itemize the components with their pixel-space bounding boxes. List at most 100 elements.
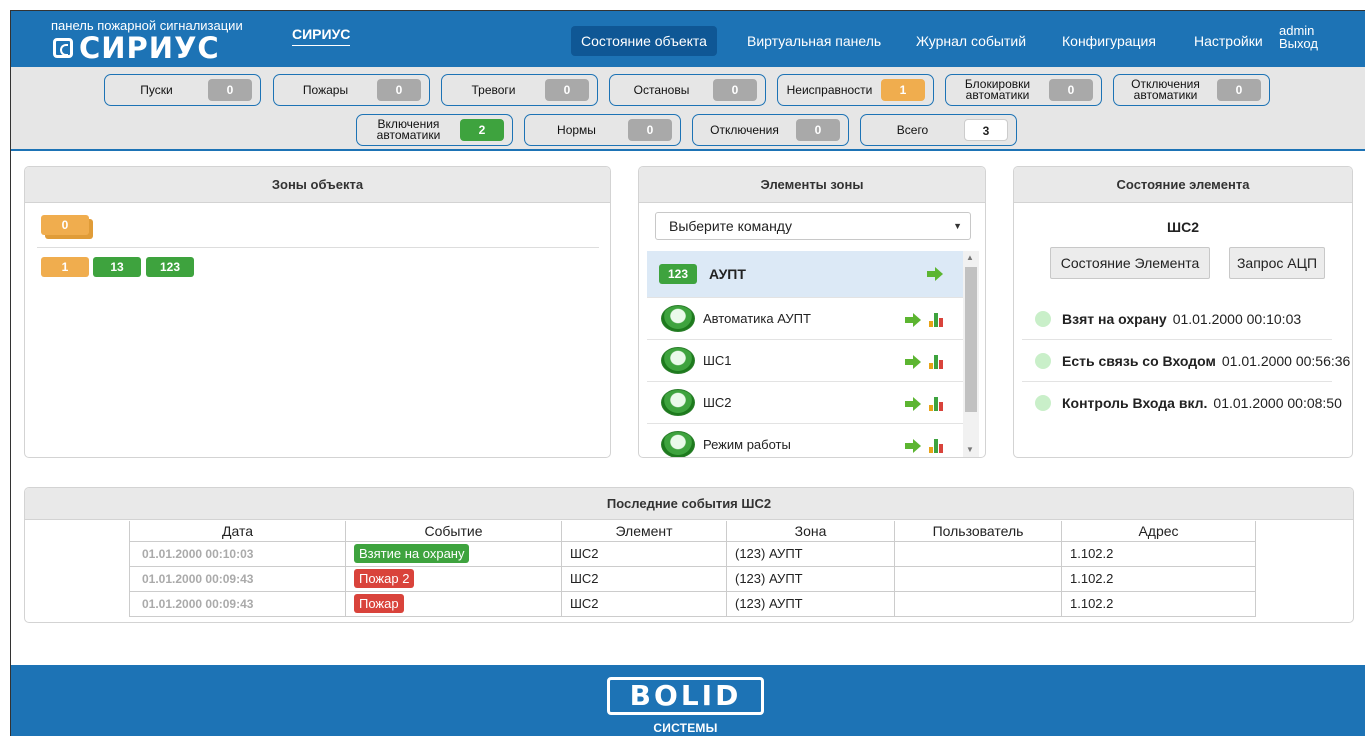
event-date: 01.01.2000 00:09:43 (129, 565, 346, 592)
event-badge: Пожар (354, 594, 404, 613)
zone-badge-123[interactable]: 123 (146, 257, 194, 277)
nav-event-log[interactable]: Журнал событий (906, 26, 1036, 56)
chart-icon[interactable] (929, 397, 945, 411)
app-logo[interactable]: СИРИУС (53, 31, 220, 65)
counter-label: Отключения автоматики (1131, 77, 1200, 102)
counter-norms[interactable]: Нормы 0 (524, 114, 681, 146)
go-arrow-icon[interactable] (905, 439, 921, 453)
counter-value: 1 (881, 79, 925, 101)
elements-panel-title: Элементы зоны (639, 167, 985, 203)
counter-label: Пожары (302, 82, 349, 97)
counter-label: Останoвы (633, 82, 690, 97)
element-state-button[interactable]: Состояние Элемента (1050, 247, 1210, 279)
zone-number-badge: 123 (659, 264, 697, 284)
elements-list: 123 АУПТ Автоматика АУПТ ШС1 ШС2 Режим р… (647, 251, 963, 457)
counter-disconnections[interactable]: Отключения 0 (692, 114, 849, 146)
element-row[interactable]: ШС1 (647, 340, 963, 382)
adc-request-button[interactable]: Запрос АЦП (1229, 247, 1325, 279)
col-zone: Зона (726, 521, 895, 542)
logout-link[interactable]: Выход (1279, 37, 1318, 50)
chart-icon[interactable] (929, 439, 945, 453)
counter-value: 0 (1217, 79, 1261, 101)
table-row[interactable]: 01.01.2000 00:09:43 Пожар 2 ШС2 (123) АУ… (129, 565, 1256, 592)
counter-label: Всего (896, 122, 929, 137)
scroll-up-icon[interactable]: ▲ (966, 253, 974, 262)
zone-badge-13[interactable]: 13 (93, 257, 141, 277)
go-arrow-icon[interactable] (927, 267, 943, 281)
counter-total[interactable]: Всего 3 (860, 114, 1017, 146)
logo-icon (53, 38, 73, 58)
counter-launches[interactable]: Пуски 0 (104, 74, 261, 106)
event-zone: (123) АУПТ (726, 565, 895, 592)
chart-icon[interactable] (929, 313, 945, 327)
command-select-value: Выберите команду (669, 218, 792, 234)
zone-group-badge[interactable]: 0 (41, 215, 89, 235)
nav-configuration[interactable]: Конфигурация (1052, 26, 1166, 56)
counter-automation-off[interactable]: Отключения автоматики 0 (1113, 74, 1270, 106)
bolid-logo: BOLID (607, 677, 764, 715)
state-row: Взят на охрану 01.01.2000 00:10:03 (1022, 298, 1332, 340)
col-date: Дата (129, 521, 346, 542)
nav-virtual-panel[interactable]: Виртуальная панель (737, 26, 891, 56)
event-badge: Взятие на охрану (354, 544, 470, 563)
counter-value: 0 (377, 79, 421, 101)
counter-automation-on[interactable]: Включения автоматики 2 (356, 114, 513, 146)
counter-faults[interactable]: Неисправности 1 (777, 74, 934, 106)
counter-value: 0 (628, 119, 672, 141)
scroll-down-icon[interactable]: ▼ (966, 445, 974, 454)
counter-value: 0 (545, 79, 589, 101)
col-event: Событие (345, 521, 562, 542)
state-time: 01.01.2000 00:56:36 (1221, 352, 1351, 369)
element-name: ШС2 (703, 395, 732, 410)
counter-label: Отключения (710, 122, 779, 137)
events-table: Дата Событие Элемент Зона Пользователь А… (129, 521, 1256, 617)
col-address: Адрес (1061, 521, 1256, 542)
event-user (894, 540, 1062, 567)
detector-icon (661, 305, 695, 332)
counter-value: 2 (460, 119, 504, 141)
state-row: Контроль Входа вкл. 01.01.2000 00:08:50 (1022, 382, 1342, 424)
counter-label: Неисправности (786, 82, 873, 97)
element-row[interactable]: ШС2 (647, 382, 963, 424)
table-row[interactable]: 01.01.2000 00:09:43 Пожар ШС2 (123) АУПТ… (129, 590, 1256, 617)
event-cell: Пожар (345, 590, 562, 617)
event-cell: Взятие на охрану (345, 540, 562, 567)
system-name-link[interactable]: СИРИУС (292, 26, 351, 46)
command-select[interactable]: Выберите команду ▼ (655, 212, 971, 240)
bolid-tagline: СИСТЕМЫ БЕЗОПАСНОСТИ (634, 721, 738, 736)
zones-panel-title: Зоны объекта (25, 167, 610, 203)
nav-object-state[interactable]: Состояние объекта (571, 26, 717, 56)
zone-badge-1[interactable]: 1 (41, 257, 89, 277)
status-indicator-icon (1035, 352, 1051, 369)
go-arrow-icon[interactable] (905, 313, 921, 327)
element-name: ШС1 (703, 353, 732, 368)
table-row[interactable]: 01.01.2000 00:10:03 Взятие на охрану ШС2… (129, 540, 1256, 567)
event-zone: (123) АУПТ (726, 540, 895, 567)
status-indicator-icon (1035, 310, 1051, 327)
event-address: 1.102.2 (1061, 540, 1256, 567)
counter-fires[interactable]: Пожары 0 (273, 74, 430, 106)
col-user: Пользователь (894, 521, 1062, 542)
counter-label: Тревоги (471, 82, 516, 97)
state-name: Взят на охрану (1062, 310, 1167, 327)
event-cell: Пожар 2 (345, 565, 562, 592)
divider (37, 247, 599, 248)
col-element: Элемент (561, 521, 727, 542)
nav-settings[interactable]: Настройки (1184, 26, 1273, 56)
go-arrow-icon[interactable] (905, 397, 921, 411)
go-arrow-icon[interactable] (905, 355, 921, 369)
elements-scrollbar[interactable]: ▲ ▼ (963, 251, 979, 457)
counter-alarms[interactable]: Тревоги 0 (441, 74, 598, 106)
counter-automation-blocks[interactable]: Блокировки автоматики 0 (945, 74, 1102, 106)
event-address: 1.102.2 (1061, 565, 1256, 592)
state-name: Есть связь со Входом (1062, 352, 1216, 369)
counter-stops[interactable]: Останoвы 0 (609, 74, 766, 106)
chart-icon[interactable] (929, 355, 945, 369)
element-state-panel: Состояние элемента ШС2 Состояние Элемент… (1013, 166, 1353, 458)
events-header-row: Дата Событие Элемент Зона Пользователь А… (129, 521, 1256, 542)
zones-panel: Зоны объекта 0 1 13 123 (24, 166, 611, 458)
element-row[interactable]: Режим работы (647, 424, 963, 457)
zone-row[interactable]: 123 АУПТ (647, 251, 963, 298)
scrollbar-thumb[interactable] (965, 267, 977, 412)
element-row[interactable]: Автоматика АУПТ (647, 298, 963, 340)
